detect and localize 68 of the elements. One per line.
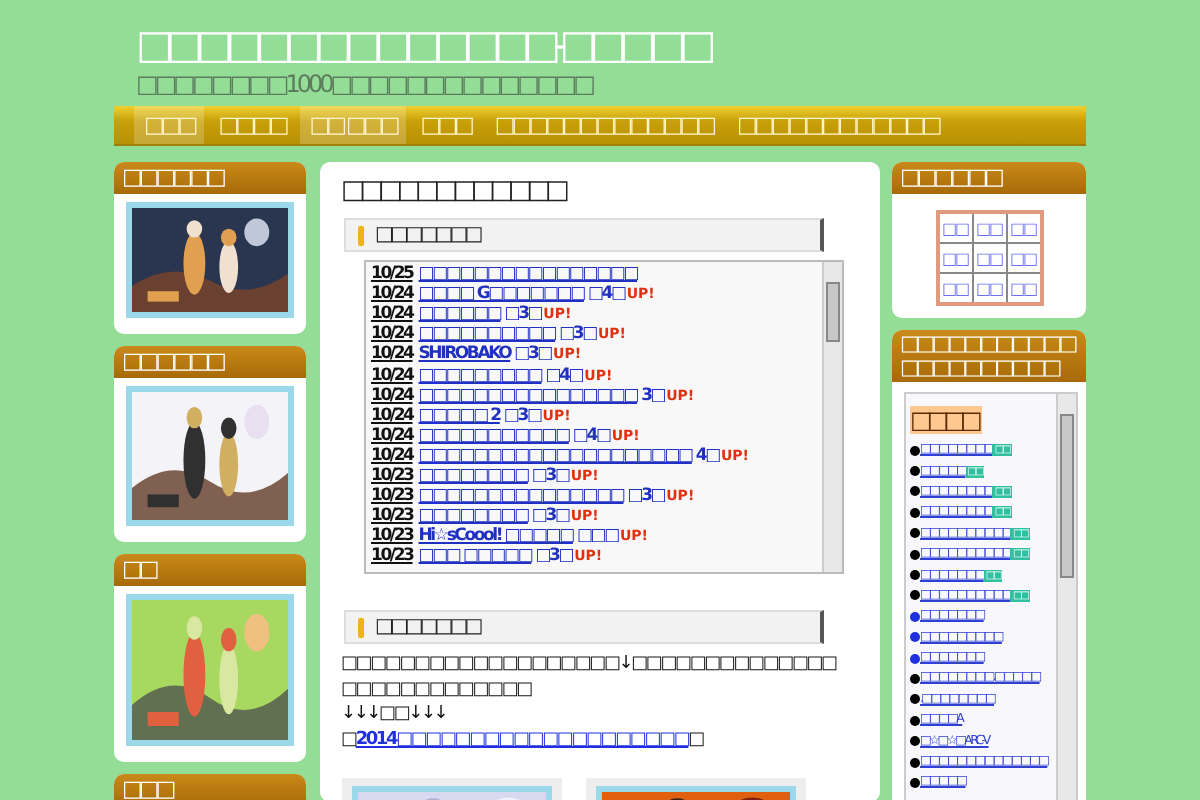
widget-title: □□□□□□ (114, 162, 306, 194)
bracket-text: □ (341, 729, 356, 749)
update-date: 10/24 (371, 425, 413, 446)
update-date: 10/24 (371, 324, 413, 345)
section-title: □□□□□□□ (375, 224, 480, 246)
update-link[interactable]: □□□□□□□□□□□□□□□ (418, 486, 624, 507)
update-link[interactable]: □□□□ G□□□□□□□ (418, 284, 584, 305)
update-link[interactable]: □□□□□□□□□□□□□□□□ (418, 385, 638, 406)
grid-link[interactable]: □□ (972, 243, 1006, 273)
episode-label: □4□ (587, 284, 625, 305)
episode-label: □□□ (576, 526, 618, 547)
update-link[interactable]: □□□□□□□□ (418, 506, 528, 527)
update-link[interactable]: □□□□□□□□□□□□□□□□ (418, 264, 638, 285)
update-link[interactable]: □□□□□ 2 (418, 405, 500, 426)
update-link[interactable]: □□□□□□□□□□□□□□□□□□□□ (418, 445, 692, 466)
episode-label: □3□ (503, 405, 541, 426)
section-title: □□□□□□□ (375, 616, 480, 638)
update-date: 10/24 (371, 385, 413, 406)
site-tagline: □□□□□□□□1000□□□□□□□□□□□□□□ (136, 68, 595, 100)
widget-title: □□□□□□ (114, 346, 306, 378)
update-link[interactable]: □□□□□□□□ (418, 465, 528, 486)
list-heading: □□□□ (910, 406, 983, 434)
update-date: 10/24 (371, 445, 413, 466)
grid-link[interactable]: □□ (972, 212, 1006, 243)
update-date: 10/24 (371, 344, 413, 365)
update-link[interactable]: □□□□□□□□□□ (418, 324, 556, 345)
update-date: 10/23 (371, 506, 413, 527)
widget-title: □□□ (114, 774, 306, 800)
episode-label: □4□ (572, 425, 610, 446)
update-date: 10/23 (371, 526, 413, 547)
bracket-text: □ (688, 729, 703, 749)
episode-label: □3□ (514, 344, 552, 365)
update-link[interactable]: SHIROBAKO (418, 344, 511, 365)
episode-label: 3□ (641, 385, 665, 406)
widget-title: □□□□□□□□□□□□□□□□□□□□□ (892, 330, 1086, 382)
widget-title: □□□□□□ (892, 162, 1086, 194)
episode-label: □3□ (531, 465, 569, 486)
update-date: 10/25 (371, 264, 413, 285)
episode-label: 4□ (695, 445, 719, 466)
update-date: 10/24 (371, 365, 413, 386)
update-link[interactable]: □□□□□□□□□ (418, 365, 542, 386)
widget-title: □□ (114, 554, 306, 586)
grid-link[interactable]: □□ (937, 273, 972, 304)
update-link[interactable]: □□□□□□□□□□□ (418, 425, 569, 446)
scrollbar[interactable] (821, 262, 841, 572)
notice-text: □□□□□□□□□□□□□□□□□□□↓□□□□□□□□□□□□□□□□□□□□□□□□□□□ (341, 652, 839, 702)
scrollbar[interactable] (1056, 394, 1076, 800)
update-link[interactable]: □□□□□□ (418, 304, 501, 325)
grid-link[interactable]: □□ (937, 212, 972, 243)
update-date: 10/24 (371, 405, 413, 426)
update-date: 10/23 (371, 486, 413, 507)
update-link[interactable]: Hi☆sCoool! □□□□□ (418, 526, 573, 547)
episode-label: □3□ (535, 546, 573, 567)
episode-label: □4□ (545, 365, 583, 386)
arrows-text: ↓↓↓□□↓↓↓ (341, 702, 449, 727)
page-heading: □□□□□□□□□□□□ (341, 174, 567, 210)
episode-label: □3□ (531, 506, 569, 527)
update-link[interactable]: □□□ □□□□□ (418, 546, 532, 567)
update-date: 10/24 (371, 284, 413, 305)
grid-link[interactable]: □□ (972, 273, 1006, 304)
update-date: 10/23 (371, 546, 413, 567)
episode-label: □3□ (559, 324, 596, 345)
notice-link[interactable]: 2014□□□□□□□□□□□□□□□□□□□□ (355, 729, 689, 749)
episode-label: □3□ (504, 304, 542, 325)
grid-link[interactable]: □□ (937, 243, 972, 273)
update-date: 10/24 (371, 304, 413, 325)
episode-label: □3□ (627, 486, 665, 507)
update-date: 10/23 (371, 465, 413, 486)
